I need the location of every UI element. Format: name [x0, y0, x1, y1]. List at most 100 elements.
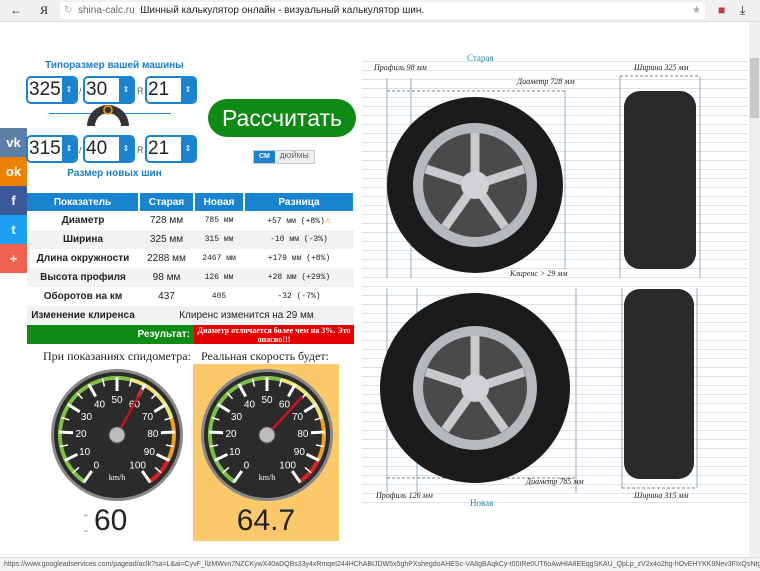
- status-bar: https://www.googleadservices.com/pagead/…: [0, 557, 760, 571]
- unit-cm-button[interactable]: СМ: [254, 151, 275, 163]
- reload-icon[interactable]: ↻: [64, 2, 72, 19]
- download-icon[interactable]: ⤓: [740, 3, 745, 18]
- gauge-tick-label: 100: [279, 460, 296, 471]
- gauge-tick-label: 70: [292, 412, 304, 423]
- spinner-icon: ⇕: [119, 137, 133, 161]
- gauge-tick-label: 80: [297, 429, 309, 440]
- more-share-button[interactable]: +: [0, 244, 27, 273]
- spinner-icon: ⇕: [181, 78, 195, 102]
- old-width-value: 325: [29, 79, 61, 100]
- cell: Диаметр: [61, 215, 105, 226]
- spinner-icon: ⇕: [181, 137, 195, 161]
- gauge-tick-label: 0: [94, 460, 100, 471]
- new-radius-select[interactable]: 21 ⇕: [145, 135, 197, 163]
- old-radius-select[interactable]: 21 ⇕: [145, 76, 197, 104]
- scrollbar-thumb[interactable]: [750, 58, 759, 118]
- gauge-hub: [108, 426, 126, 444]
- gauge-tick-label: 0: [244, 460, 250, 471]
- chevron-down-icon[interactable]: ⌄: [82, 524, 90, 535]
- cell: +179 мм (+8%): [267, 254, 331, 263]
- calculate-button[interactable]: Рассчитать: [208, 99, 356, 137]
- gauge-tick: [160, 430, 175, 435]
- yandex-logo[interactable]: Я: [40, 3, 48, 18]
- units-toggle: СМ ДЮЙМЫ: [253, 150, 315, 164]
- slash-separator: /: [79, 86, 82, 96]
- gauge-tick-label: 100: [129, 460, 146, 471]
- old-size-label: Типоразмер вашей машины: [45, 60, 184, 71]
- new-profile-label: Профиль 126 мм: [376, 491, 433, 500]
- tire-visualization: Старая Профиль 98 мм Ширина 325 мм Диаме…: [362, 53, 748, 511]
- chevron-up-icon[interactable]: ⌃: [82, 513, 90, 524]
- gauge-tick-label: 80: [147, 429, 159, 440]
- cell: 126 мм: [194, 268, 244, 287]
- new-profile-value: 40: [86, 138, 108, 159]
- header-diff: Разница: [244, 193, 355, 211]
- old-profile-select[interactable]: 30 ⇕: [83, 76, 135, 104]
- clearance-label: Клиренс > 29 мм: [510, 269, 568, 278]
- gauge-tick-label: 30: [231, 412, 243, 423]
- cell: 405: [211, 292, 227, 301]
- ok-share-button[interactable]: ok: [0, 157, 27, 186]
- cell: Ширина: [27, 230, 139, 249]
- header-new: Новая: [194, 193, 245, 211]
- cell: Изменение клиренса: [27, 306, 139, 325]
- vk-share-button[interactable]: vk: [0, 128, 27, 157]
- header-indicator: Показатель: [27, 193, 140, 211]
- spinner-icon: ⇕: [62, 78, 76, 102]
- new-tire-tread: [624, 289, 694, 479]
- url-domain: shina-calc.ru: [78, 5, 135, 16]
- social-share-bar: vk ok f t +: [0, 128, 27, 273]
- speedometer-caption: При показаниях спидометра:: [43, 349, 191, 363]
- extension-icon[interactable]: ■: [718, 3, 725, 17]
- cell: 437: [158, 291, 175, 302]
- twitter-share-button[interactable]: t: [0, 215, 27, 244]
- gauge-tick-label: 10: [79, 447, 91, 458]
- spinner-icon: ⇕: [119, 78, 133, 102]
- speed-input[interactable]: 60: [94, 504, 127, 538]
- cell: -32 (-7%): [277, 292, 321, 301]
- header-old: Старая: [139, 193, 195, 211]
- table-row: Изменение клиренса Клиренс изменится на 2…: [27, 306, 354, 325]
- cell: 785 мм: [204, 216, 234, 225]
- real-speed-caption: Реальная скорость будет:: [201, 349, 329, 363]
- old-width-select[interactable]: 325 ⇕: [26, 76, 78, 104]
- gauge-tick: [310, 430, 325, 435]
- warning-icon: ⚠: [324, 215, 331, 227]
- facebook-share-button[interactable]: f: [0, 186, 27, 215]
- old-wheel-side: [387, 97, 563, 273]
- gauge-tick-label: 40: [94, 400, 106, 411]
- old-tire-tread: [624, 91, 696, 269]
- tire-logo-icon: [87, 105, 129, 126]
- gauge-hub: [258, 426, 276, 444]
- gauge-tick-label: 90: [144, 447, 156, 458]
- new-profile-select[interactable]: 40 ⇕: [83, 135, 135, 163]
- tire-drawings: [380, 75, 701, 493]
- old-radius-value: 21: [148, 79, 170, 100]
- gauge-tick-label: 30: [81, 412, 93, 423]
- star-icon[interactable]: ★: [692, 2, 701, 19]
- speedometer-gauge: 0102030405060708090100km/h: [51, 369, 183, 501]
- cell: +57 мм (+8%): [267, 216, 325, 226]
- cell: 98 мм: [139, 268, 194, 287]
- back-arrow-icon[interactable]: ←: [10, 3, 22, 17]
- gauge-tick: [59, 430, 74, 435]
- gauge-tick-label: 10: [229, 447, 241, 458]
- address-bar[interactable]: ↻ shina-calc.ru Шинный калькулятор онлай…: [60, 2, 705, 19]
- old-profile-value: 30: [86, 79, 108, 100]
- gauge-tick-label: 70: [142, 412, 154, 423]
- diff-cell: +57 мм (+8%)⚠: [244, 211, 354, 230]
- unit-inches-button[interactable]: ДЮЙМЫ: [274, 151, 314, 163]
- r-separator: R: [137, 145, 144, 155]
- spinner-icon: ⇕: [62, 137, 76, 161]
- table-row: Оборотов на км 437 405 -32 (-7%): [27, 287, 354, 306]
- cell: Оборотов на км: [43, 291, 123, 302]
- speed-stepper[interactable]: ⌃ ⌄: [82, 513, 90, 535]
- gauge-tick-label: 40: [244, 400, 256, 411]
- new-width-select[interactable]: 315 ⇕: [26, 135, 78, 163]
- cell: Клиренс изменится на 29 мм: [139, 306, 354, 325]
- gauge-unit: km/h: [109, 473, 125, 482]
- cell: +28 мм (+29%): [244, 268, 354, 287]
- cell: 728 мм: [149, 215, 184, 226]
- table-row: Длина окружности 2288 мм 2467 мм +179 мм (+…: [27, 249, 354, 268]
- gauge-unit: km/h: [259, 473, 275, 482]
